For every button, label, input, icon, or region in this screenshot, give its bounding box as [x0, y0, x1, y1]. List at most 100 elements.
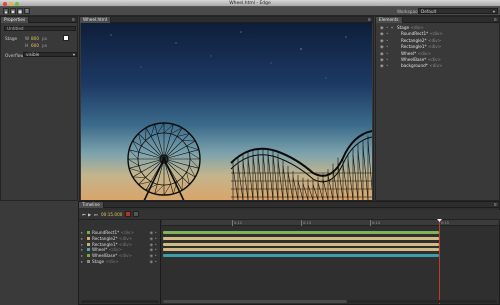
eye-icon[interactable]: ◉: [380, 31, 384, 37]
animation-bar[interactable]: [163, 236, 439, 240]
eye-icon[interactable]: ◉: [380, 38, 384, 44]
stage-color-swatch[interactable]: [63, 35, 69, 41]
playhead-lock-icon[interactable]: [133, 211, 139, 217]
eye-icon[interactable]: ◉ •: [150, 253, 157, 258]
element-name: Stage <div>: [397, 25, 424, 30]
rectangle-icon[interactable]: ■: [17, 8, 23, 14]
disclosure-triangle-icon[interactable]: ▸: [81, 242, 83, 247]
workspace-select[interactable]: Default ▾: [418, 8, 498, 14]
timeline-row[interactable]: ▸ RoundRect1* <div> ◉ •: [79, 230, 161, 235]
panel-menu-icon[interactable]: ≡: [493, 202, 497, 208]
timeline-element-name: Wheel* <div>: [92, 247, 122, 253]
eye-icon[interactable]: ◉ •: [150, 230, 157, 235]
lock-icon[interactable]: •: [386, 63, 388, 69]
eye-icon[interactable]: ◉: [380, 25, 384, 31]
element-row[interactable]: ◉ • background* <div>: [377, 63, 498, 69]
stage-canvas[interactable]: [81, 23, 372, 200]
animation-bar[interactable]: [163, 248, 439, 252]
element-row[interactable]: ◉ • ▾ Stage <div>: [377, 25, 498, 31]
eye-icon[interactable]: ◉ •: [150, 259, 157, 264]
color-swatch: [87, 254, 90, 258]
width-value[interactable]: 800: [31, 36, 39, 41]
select-icon[interactable]: ▲: [3, 8, 9, 14]
width-label: W: [25, 36, 30, 41]
element-row[interactable]: ◉ • Rectangle2* <div>: [377, 38, 498, 44]
timeline-row[interactable]: ▸ Stage <div> ◉ •: [79, 259, 161, 264]
timeline-row[interactable]: ▸ Rectangle1* <div> ◉ •: [79, 242, 161, 247]
element-name: Rectangle1* <div>: [401, 44, 442, 50]
lock-icon[interactable]: •: [386, 25, 388, 31]
lock-icon[interactable]: •: [386, 31, 388, 37]
disclosure-triangle-icon[interactable]: ▸: [81, 247, 83, 252]
elements-panel: Elements ≡ ◉ • ▾ Stage <div> ◉ • RoundRect1* <…: [375, 16, 500, 201]
element-name-field[interactable]: Untitled: [4, 26, 76, 31]
tab-elements[interactable]: Elements: [376, 17, 403, 23]
time-display[interactable]: 00:15.000: [101, 212, 122, 217]
eye-icon[interactable]: ◉ •: [150, 236, 157, 241]
animation-bar[interactable]: [163, 231, 439, 234]
timeline-element-name: Rectangle2* <div>: [92, 235, 133, 241]
element-name: Rectangle2* <div>: [401, 37, 442, 43]
height-label: H: [25, 43, 29, 48]
roller-coaster: [230, 130, 372, 200]
disclosure-triangle-icon[interactable]: ▸: [81, 259, 83, 264]
timeline-zoom-slider[interactable]: [81, 300, 159, 303]
timeline-controls: ⏮ ▶ ⏭ 00:15.000: [79, 210, 500, 226]
animation-bar[interactable]: [163, 242, 439, 246]
element-row[interactable]: ◉ • WheelBase* <div>: [377, 57, 498, 63]
panel-menu-icon[interactable]: ≡: [71, 17, 75, 23]
scrollbar-thumb[interactable]: [163, 300, 347, 303]
ruler-tick: 0:13: [301, 220, 312, 226]
color-swatch: [87, 242, 90, 246]
timeline-row[interactable]: ▸ WheelBase* <div> ◉ •: [79, 253, 161, 258]
eye-icon[interactable]: ◉: [380, 57, 384, 63]
timeline-element-name: RoundRect1* <div>: [92, 230, 134, 235]
eye-icon[interactable]: ◉ •: [150, 242, 157, 247]
timeline-panel: Timeline ≡ ⏮ ▶ ⏭ 00:15.000 ▸ RoundRect1* …: [78, 201, 500, 305]
disclosure-triangle-icon[interactable]: ▸: [81, 253, 83, 258]
eye-icon[interactable]: ◉: [380, 51, 384, 57]
playhead-line[interactable]: [439, 220, 440, 304]
height-unit[interactable]: px: [42, 43, 47, 48]
disclosure-triangle-icon[interactable]: ▸: [81, 230, 83, 235]
toolbar: ▲ ▣ ■ T Workspace: Default ▾: [0, 7, 500, 16]
transform-icon[interactable]: ▣: [10, 8, 16, 14]
fast-forward-icon[interactable]: ⏭: [94, 212, 98, 217]
eye-icon[interactable]: ◉ •: [150, 247, 157, 252]
animation-bar[interactable]: [163, 254, 439, 258]
timeline-row[interactable]: ▸ Wheel* <div> ◉ •: [79, 247, 161, 252]
overflow-select[interactable]: visible ▾: [23, 52, 77, 57]
height-value[interactable]: 600: [31, 43, 39, 48]
auto-keyframe-icon[interactable]: [125, 211, 131, 217]
disclosure-triangle-icon[interactable]: ▾: [391, 25, 393, 31]
lock-icon[interactable]: •: [386, 57, 388, 63]
ferris-wheel: [127, 122, 201, 200]
chevron-down-icon: ▾: [492, 9, 495, 14]
timeline-row[interactable]: ▸ Rectangle2* <div> ◉ •: [79, 236, 161, 241]
elements-header: Elements ≡: [376, 17, 499, 23]
timeline-element-name: WheelBase* <div>: [92, 253, 133, 259]
tab-properties[interactable]: Properties: [1, 17, 30, 23]
timeline-scrollbar[interactable]: [163, 300, 497, 303]
disclosure-triangle-icon[interactable]: ▸: [81, 236, 83, 241]
element-row[interactable]: ◉ • Rectangle1* <div>: [377, 44, 498, 50]
play-icon[interactable]: ▶: [88, 212, 91, 217]
lock-icon[interactable]: •: [386, 51, 388, 57]
panel-menu-icon[interactable]: ≡: [493, 17, 497, 23]
rewind-icon[interactable]: ⏮: [82, 212, 86, 217]
element-name: Wheel* <div>: [401, 50, 431, 56]
overflow-label: Overflow: [5, 53, 24, 58]
properties-panel: Properties ≡ Untitled Stage W 800 px H 6…: [0, 16, 78, 201]
width-unit[interactable]: px: [42, 36, 47, 41]
tab-timeline[interactable]: Timeline: [79, 202, 104, 208]
eye-icon[interactable]: ◉: [380, 63, 384, 69]
lock-icon[interactable]: •: [386, 38, 388, 44]
timeline-ruler[interactable]: 0:12 0:13 0:14 0:15: [162, 220, 499, 226]
element-row[interactable]: ◉ • Wheel* <div>: [377, 51, 498, 57]
text-icon[interactable]: T: [24, 8, 30, 14]
element-row[interactable]: ◉ • RoundRect1* <div>: [377, 31, 498, 37]
lock-icon[interactable]: •: [386, 44, 388, 50]
timeline-element-name: Rectangle1* <div>: [92, 241, 133, 247]
eye-icon[interactable]: ◉: [380, 44, 384, 50]
color-swatch: [87, 236, 90, 240]
